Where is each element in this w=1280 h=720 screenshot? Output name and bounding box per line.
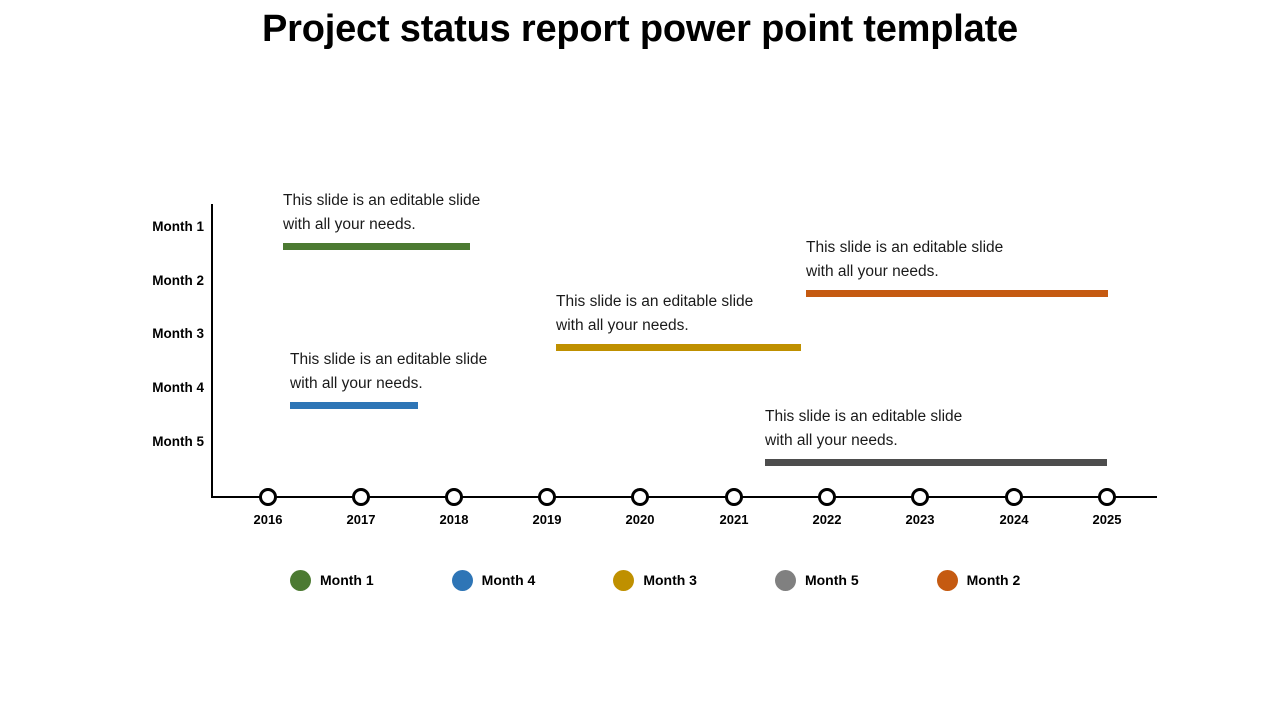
legend-item-month-1[interactable]: Month 1 bbox=[290, 569, 374, 591]
legend-item-month-2[interactable]: Month 2 bbox=[936, 569, 1021, 591]
legend: Month 1 Month 4 Month 3 Month 5 Month 2 bbox=[290, 566, 1020, 594]
legend-dot-icon bbox=[774, 569, 796, 591]
milestone-month-4: This slide is an editable slide with all … bbox=[290, 348, 488, 410]
milestone-month-2: This slide is an editable slide with all … bbox=[806, 236, 1108, 298]
milestone-note-line1: This slide is an editable slide bbox=[290, 351, 488, 368]
milestone-note-line1: This slide is an editable slide bbox=[283, 192, 481, 209]
legend-label: Month 1 bbox=[320, 572, 374, 588]
y-axis-label-1: Month 1 bbox=[152, 219, 204, 234]
milestone-bar[interactable] bbox=[765, 459, 1107, 467]
legend-item-month-3[interactable]: Month 3 bbox=[613, 569, 697, 591]
legend-dot-icon bbox=[290, 569, 311, 591]
milestone-bar[interactable] bbox=[806, 290, 1108, 298]
milestone-note-line1: This slide is an editable slide bbox=[806, 239, 1004, 256]
milestone-note-line1: This slide is an editable slide bbox=[556, 293, 754, 310]
milestone-note-line2: with all your needs. bbox=[556, 316, 689, 334]
legend-item-month-5[interactable]: Month 5 bbox=[774, 569, 859, 591]
timeline-marker-2016[interactable] bbox=[259, 488, 277, 506]
y-axis-labels: Month 1 Month 2 Month 3 Month 4 Month 5 bbox=[84, 0, 204, 720]
y-axis-label-5: Month 5 bbox=[152, 434, 204, 449]
timeline-marker-2017[interactable] bbox=[352, 488, 370, 506]
timeline-marker-2018[interactable] bbox=[445, 488, 463, 506]
timeline-marker-2021[interactable] bbox=[725, 488, 743, 506]
milestone-note-line2: with all your needs. bbox=[806, 262, 939, 280]
timeline-marker-2020[interactable] bbox=[631, 488, 649, 506]
y-axis-line bbox=[211, 204, 213, 498]
x-axis-label-2020: 2020 bbox=[625, 512, 655, 527]
x-axis-label-2023: 2023 bbox=[905, 512, 935, 527]
milestone-month-3: This slide is an editable slide with all … bbox=[556, 290, 801, 352]
x-axis-label-2024: 2024 bbox=[999, 512, 1029, 527]
timeline-marker-2023[interactable] bbox=[911, 488, 929, 506]
x-axis-label-2022: 2022 bbox=[812, 512, 842, 527]
legend-dot-icon bbox=[936, 569, 958, 591]
milestone-note-line2: with all your needs. bbox=[290, 374, 423, 392]
milestone-month-5: This slide is an editable slide with all … bbox=[765, 405, 1107, 467]
milestone-month-1: This slide is an editable slide with all … bbox=[283, 189, 481, 251]
legend-label: Month 5 bbox=[804, 572, 859, 588]
milestone-bar[interactable] bbox=[556, 344, 801, 352]
y-axis-label-2: Month 2 bbox=[152, 273, 204, 288]
milestone-bar[interactable] bbox=[290, 402, 418, 410]
x-axis-label-2016: 2016 bbox=[253, 512, 283, 527]
slide-canvas: Project status report power point templa… bbox=[0, 0, 1280, 720]
milestone-note-line1: This slide is an editable slide bbox=[765, 408, 963, 425]
legend-dot-icon bbox=[451, 569, 473, 591]
timeline-marker-2024[interactable] bbox=[1005, 488, 1023, 506]
legend-label: Month 4 bbox=[481, 572, 536, 588]
timeline-marker-2025[interactable] bbox=[1098, 488, 1116, 506]
legend-dot-icon bbox=[613, 569, 635, 591]
milestone-note-line2: with all your needs. bbox=[283, 215, 416, 233]
timeline-marker-2022[interactable] bbox=[818, 488, 836, 506]
y-axis-label-3: Month 3 bbox=[152, 326, 204, 341]
x-axis-label-2018: 2018 bbox=[439, 512, 469, 527]
legend-label: Month 2 bbox=[966, 572, 1021, 588]
legend-item-month-4[interactable]: Month 4 bbox=[451, 569, 536, 591]
milestone-bar[interactable] bbox=[283, 243, 470, 251]
x-axis-label-2019: 2019 bbox=[532, 512, 562, 527]
y-axis-label-4: Month 4 bbox=[152, 380, 204, 395]
x-axis-label-2021: 2021 bbox=[719, 512, 749, 527]
timeline-marker-2019[interactable] bbox=[538, 488, 556, 506]
legend-label: Month 3 bbox=[643, 572, 697, 588]
x-axis-label-2025: 2025 bbox=[1092, 512, 1122, 527]
x-axis-label-2017: 2017 bbox=[346, 512, 376, 527]
milestone-note-line2: with all your needs. bbox=[765, 431, 898, 449]
